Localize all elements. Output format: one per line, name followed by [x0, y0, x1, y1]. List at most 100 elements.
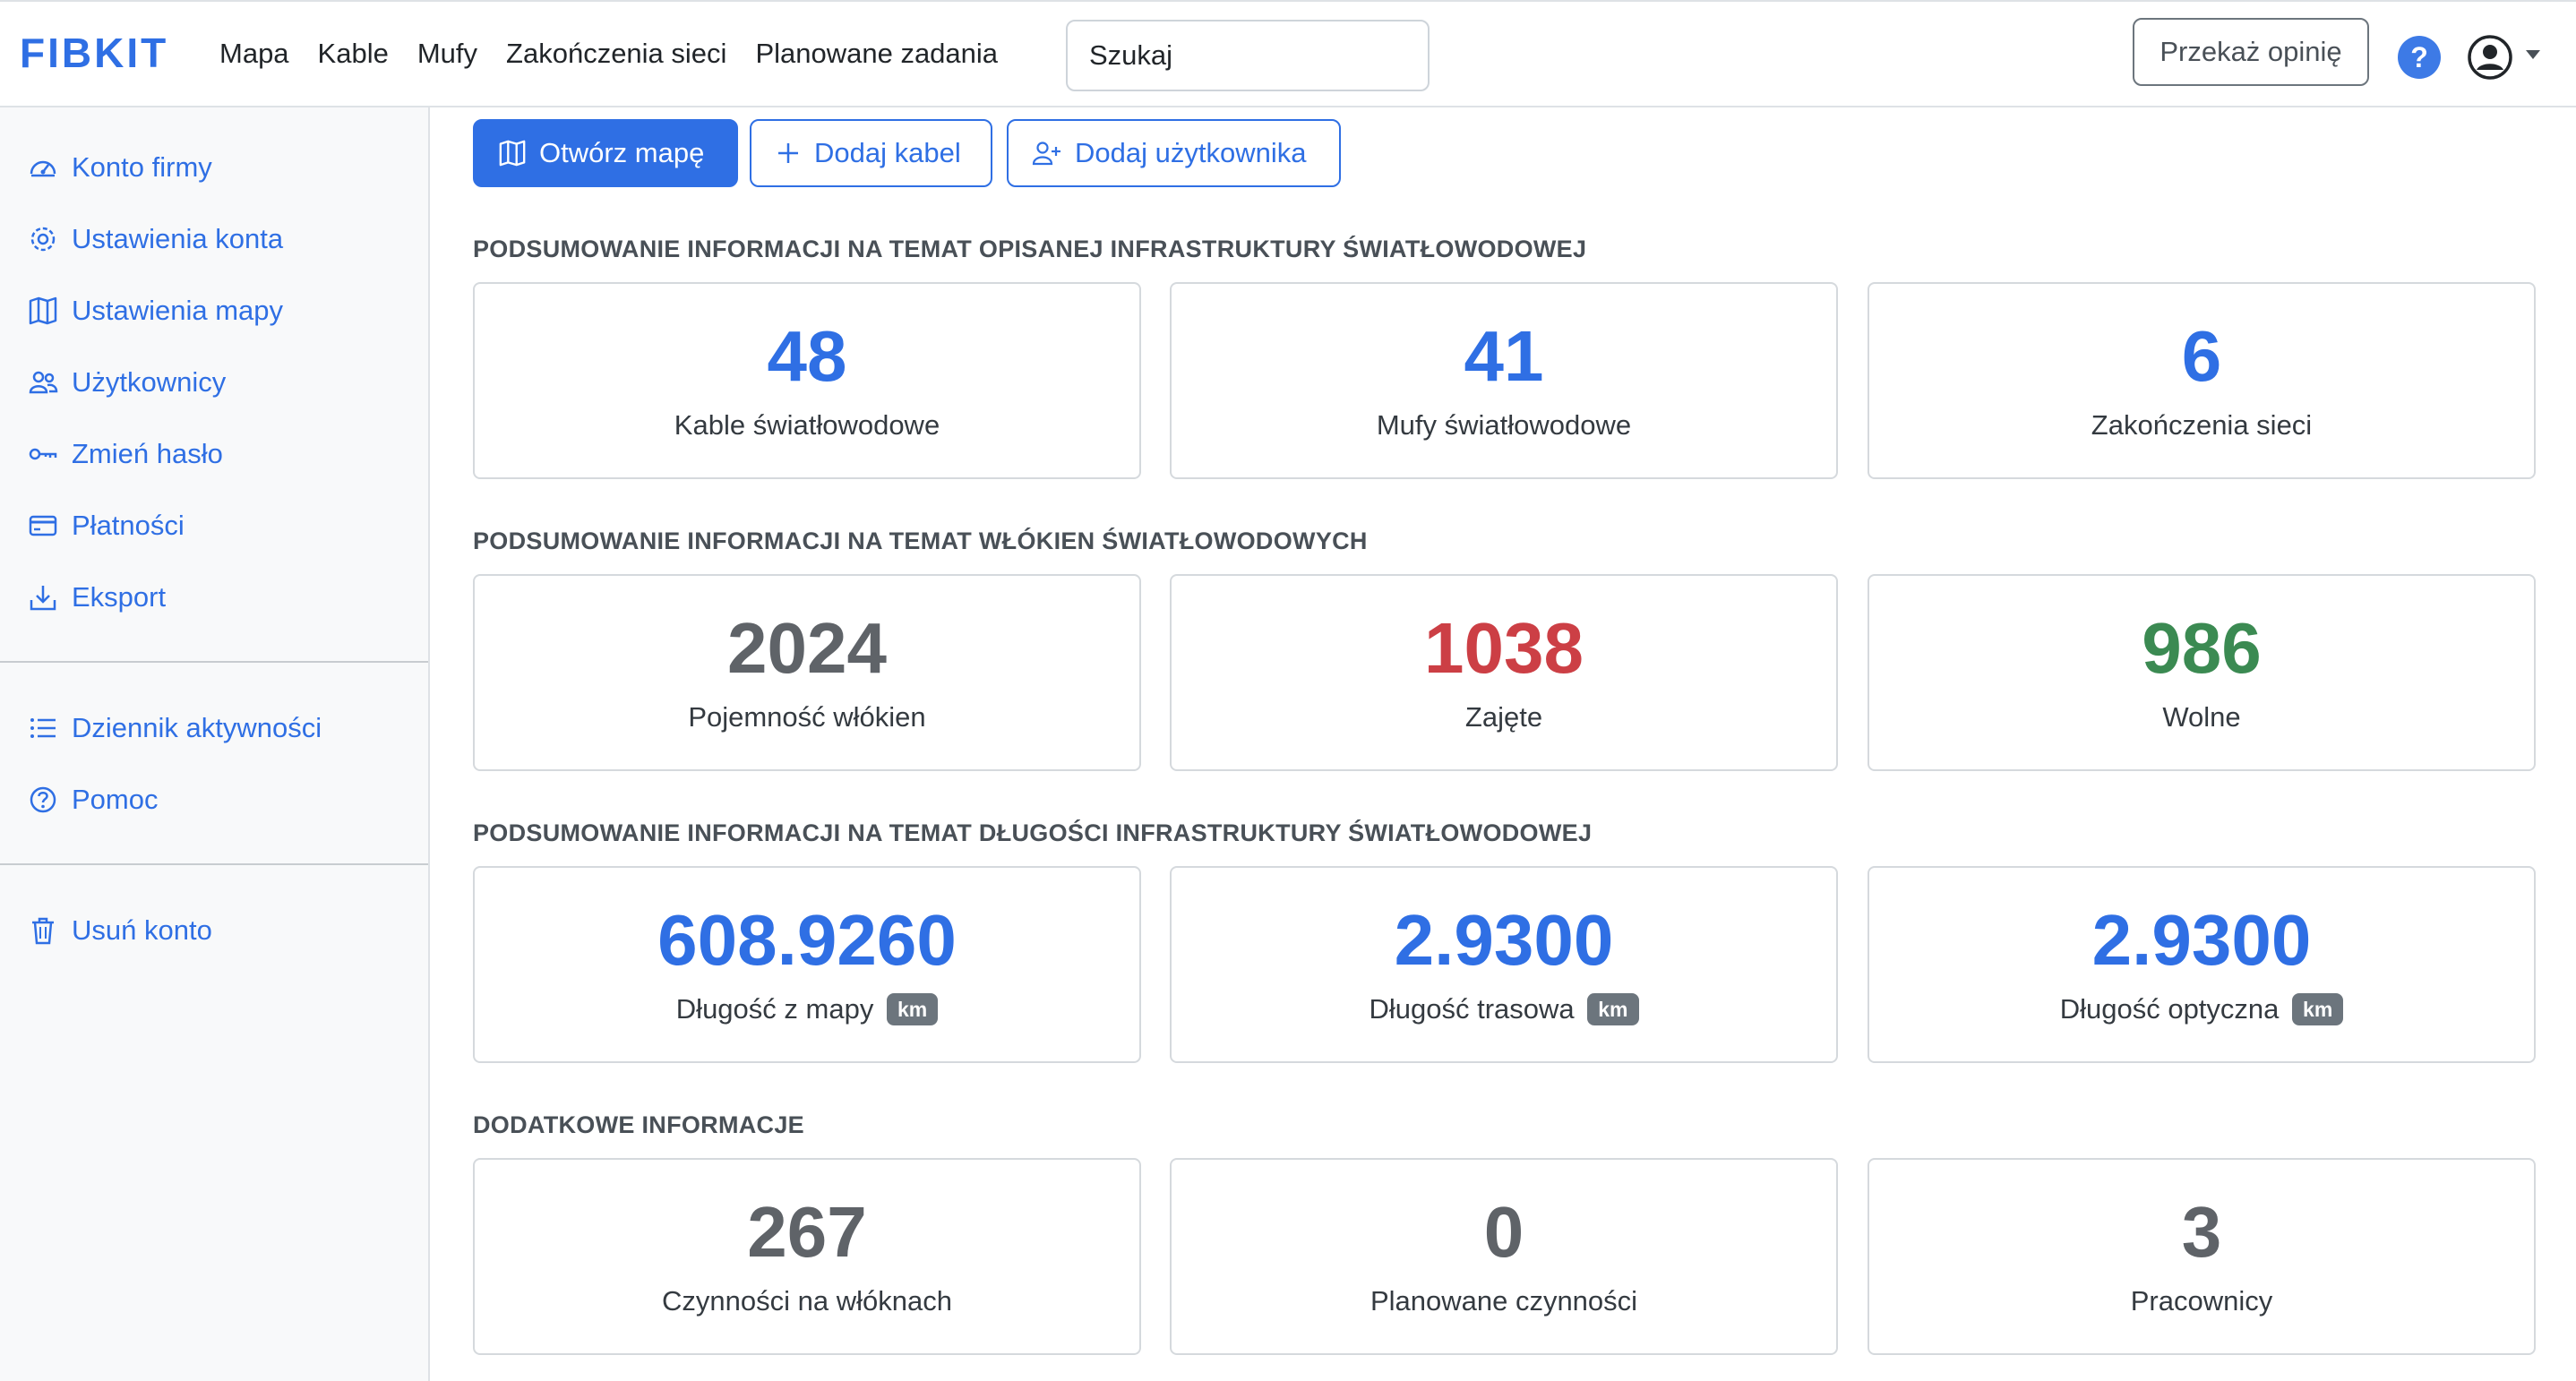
nav-links: Mapa Kable Mufy Zakończenia sieci Planow…: [219, 38, 1026, 70]
sidebar-item-delete-account[interactable]: Usuń konto: [27, 908, 212, 953]
stat-card-fibers-used: 1038 Zajęte: [1170, 574, 1838, 771]
stat-label: Długość trasowa: [1369, 993, 1575, 1025]
nav-link-planned-tasks[interactable]: Planowane zadania: [755, 38, 998, 70]
sidebar-item-help[interactable]: Pomoc: [27, 777, 158, 822]
stat-label: Wolne: [2162, 701, 2241, 733]
open-map-button[interactable]: Otwórz mapę: [473, 119, 738, 187]
stat-card-network-terminations: 6 Zakończenia sieci: [1868, 282, 2536, 479]
gear-icon: [27, 223, 59, 255]
stat-card-employees: 3 Pracownicy: [1868, 1158, 2536, 1355]
section-title-lengths: PODSUMOWANIE INFORMACJI NA TEMAT DŁUGOŚC…: [473, 819, 1593, 846]
stat-card-planned-activities: 0 Planowane czynności: [1170, 1158, 1838, 1355]
stat-value: 608.9260: [657, 900, 957, 980]
stat-value: 2.9300: [1394, 900, 1614, 980]
sidebar-item-account-settings[interactable]: Ustawienia konta: [27, 217, 283, 262]
sidebar-item-label: Eksport: [72, 581, 167, 613]
person-plus-icon: [1032, 140, 1062, 167]
unit-badge: km: [886, 993, 939, 1025]
nav-link-closures[interactable]: Mufy: [417, 38, 477, 70]
key-icon: [27, 438, 59, 470]
stat-card-map-length: 608.9260 Długość z mapy km: [473, 866, 1141, 1063]
top-navbar: FIBKIT Mapa Kable Mufy Zakończenia sieci…: [0, 0, 2576, 107]
sidebar-item-change-password[interactable]: Zmień hasło: [27, 432, 223, 476]
stat-card-optical-length: 2.9300 Długość optyczna km: [1868, 866, 2536, 1063]
people-icon: [27, 366, 59, 399]
nav-link-network-terminations[interactable]: Zakończenia sieci: [506, 38, 726, 70]
credit-card-icon: [27, 510, 59, 542]
stat-label: Pracownicy: [2130, 1285, 2273, 1317]
stat-card-route-length: 2.9300 Długość trasowa km: [1170, 866, 1838, 1063]
stat-value: 267: [747, 1192, 867, 1272]
sidebar-item-label: Ustawienia konta: [72, 223, 284, 254]
add-user-label: Dodaj użytkownika: [1075, 137, 1307, 168]
sidebar-item-activity-log[interactable]: Dziennik aktywności: [27, 706, 322, 751]
user-circle-icon: [2468, 35, 2512, 80]
stat-card-fiber-activities: 267 Czynności na włóknach: [473, 1158, 1141, 1355]
sidebar-item-company-account[interactable]: Konto firmy: [27, 145, 212, 190]
sidebar-item-export[interactable]: Eksport: [27, 575, 166, 620]
map-icon: [498, 139, 527, 167]
stat-label: Mufy światłowodowe: [1376, 409, 1632, 441]
section-title-additional: DODATKOWE INFORMACJE: [473, 1111, 804, 1138]
stat-label: Planowane czynności: [1370, 1285, 1638, 1317]
stat-label-row: Długość trasowa km: [1172, 991, 1836, 1027]
map-icon: [27, 295, 59, 327]
stat-label: Długość z mapy: [675, 993, 874, 1025]
sidebar: Konto firmy Ustawienia konta Ustawienia …: [0, 107, 430, 1381]
stat-value: 6: [2181, 316, 2222, 396]
unit-badge: km: [2292, 993, 2344, 1025]
sidebar-divider: [0, 863, 428, 865]
sidebar-item-label: Zmień hasło: [72, 438, 223, 469]
open-map-label: Otwórz mapę: [539, 137, 705, 168]
stat-card-cables: 48 Kable światłowodowe: [473, 282, 1141, 479]
stat-label: Zajęte: [1464, 701, 1543, 733]
stat-value: 3: [2181, 1192, 2222, 1272]
sidebar-item-label: Użytkownicy: [72, 366, 227, 398]
add-user-button[interactable]: Dodaj użytkownika: [1007, 119, 1341, 187]
trash-icon: [27, 914, 59, 947]
add-cable-button[interactable]: Dodaj kabel: [750, 119, 992, 187]
feedback-button[interactable]: Przekaż opinię: [2133, 18, 2369, 86]
list-icon: [27, 712, 59, 744]
plus-icon: [775, 140, 802, 167]
stat-label-row: Długość z mapy km: [475, 991, 1139, 1027]
nav-link-cables[interactable]: Kable: [318, 38, 389, 70]
stat-value: 48: [767, 316, 847, 396]
sidebar-item-label: Dziennik aktywności: [72, 712, 322, 743]
question-circle-icon: [27, 784, 59, 816]
user-menu-dropdown[interactable]: [2467, 32, 2540, 82]
stat-label: Długość optyczna: [2059, 993, 2280, 1025]
dashboard-main: Otwórz mapę Dodaj kabel Dodaj użytkownik…: [432, 107, 2576, 1381]
sidebar-item-map-settings[interactable]: Ustawienia mapy: [27, 288, 283, 333]
stat-card-fiber-capacity: 2024 Pojemność włókien: [473, 574, 1141, 771]
stat-card-fibers-free: 986 Wolne: [1868, 574, 2536, 771]
brand-logo[interactable]: FIBKIT: [20, 29, 168, 77]
stat-label-row: Długość optyczna km: [1869, 991, 2534, 1027]
section-title-infrastructure: PODSUMOWANIE INFORMACJI NA TEMAT OPISANE…: [473, 236, 1587, 262]
sidebar-item-label: Pomoc: [72, 784, 159, 815]
speedometer-icon: [27, 151, 59, 184]
stat-label: Czynności na włóknach: [662, 1285, 952, 1317]
stat-value: 2.9300: [2091, 900, 2312, 980]
stat-value: 1038: [1424, 608, 1584, 688]
stat-label: Pojemność włókien: [688, 701, 926, 733]
stat-value: 2024: [727, 608, 887, 688]
sidebar-item-label: Płatności: [72, 510, 185, 541]
unit-badge: km: [1587, 993, 1639, 1025]
section-title-fibers: PODSUMOWANIE INFORMACJI NA TEMAT WŁÓKIEN…: [473, 528, 1368, 554]
stat-card-closures: 41 Mufy światłowodowe: [1170, 282, 1838, 479]
search-input[interactable]: [1066, 20, 1430, 91]
stat-value: 0: [1483, 1192, 1524, 1272]
add-cable-label: Dodaj kabel: [814, 137, 961, 168]
sidebar-item-label: Usuń konto: [72, 914, 212, 946]
sidebar-item-payments[interactable]: Płatności: [27, 503, 185, 548]
sidebar-divider: [0, 661, 428, 663]
stat-label: Zakończenia sieci: [2091, 409, 2313, 441]
download-icon: [27, 581, 59, 613]
sidebar-item-label: Konto firmy: [72, 151, 212, 183]
stat-value: 41: [1464, 316, 1544, 396]
nav-link-map[interactable]: Mapa: [219, 38, 289, 70]
help-icon[interactable]: ?: [2398, 36, 2441, 79]
sidebar-item-users[interactable]: Użytkownicy: [27, 360, 226, 405]
stat-label: Kable światłowodowe: [674, 409, 940, 441]
